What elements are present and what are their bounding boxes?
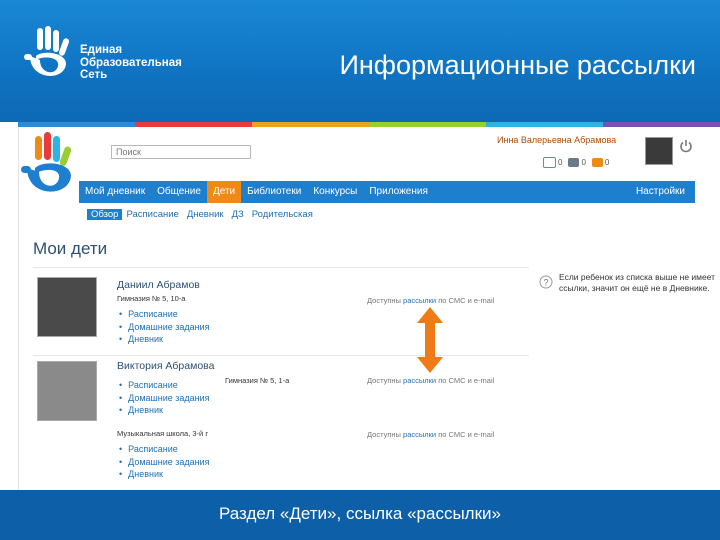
nav-communication[interactable]: Общение bbox=[151, 181, 207, 203]
slide-header: Единая Образовательная Сеть Информационн… bbox=[0, 0, 720, 122]
brand-line-1: Единая bbox=[80, 44, 123, 56]
subnav-diary[interactable]: Дневник bbox=[183, 209, 228, 220]
people-count: 0 bbox=[581, 158, 586, 167]
user-name-link[interactable]: Инна Валерьевна Абрамова bbox=[497, 135, 616, 145]
row-divider bbox=[33, 267, 529, 268]
link-homework[interactable]: Домашние задания bbox=[119, 392, 209, 405]
mail-counter[interactable]: 0 bbox=[543, 157, 562, 168]
link-schedule[interactable]: Расписание bbox=[119, 308, 210, 321]
slide-title: Информационные рассылки bbox=[339, 50, 696, 80]
brand-line-3: Сеть bbox=[80, 69, 108, 81]
mail-count: 0 bbox=[558, 158, 563, 167]
user-avatar[interactable] bbox=[645, 137, 673, 165]
slide-caption: Раздел «Дети», ссылка «рассылки» bbox=[219, 504, 501, 523]
mail-icon bbox=[543, 157, 556, 168]
child-name[interactable]: Виктория Абрамова bbox=[117, 360, 214, 372]
subnav-parental[interactable]: Родительская bbox=[248, 209, 317, 220]
mailing-info: Доступны рассылки по СМС и e-mail bbox=[367, 376, 495, 385]
nav-contests[interactable]: Конкурсы bbox=[307, 181, 363, 203]
subnav-schedule[interactable]: Расписание bbox=[122, 209, 182, 220]
link-schedule[interactable]: Расписание bbox=[119, 443, 210, 456]
child-links: Расписание Домашние задания Дневник bbox=[119, 308, 210, 346]
link-diary[interactable]: Дневник bbox=[119, 333, 210, 346]
child-name[interactable]: Даниил Абрамов bbox=[117, 279, 200, 291]
link-diary[interactable]: Дневник bbox=[119, 404, 210, 417]
orange-counter[interactable]: 0 bbox=[591, 157, 610, 168]
link-diary[interactable]: Дневник bbox=[119, 468, 210, 481]
site-logo-icon bbox=[21, 132, 72, 192]
counters: 0 0 0 bbox=[543, 157, 609, 168]
mailing-info: Доступны рассылки по СМС и e-mail bbox=[367, 296, 495, 305]
mailing-link[interactable]: рассылки bbox=[403, 376, 436, 385]
mailing-info: Доступны рассылки по СМС и e-mail bbox=[367, 430, 495, 439]
nav-my-diary[interactable]: Мой дневник bbox=[79, 181, 151, 203]
page-title: Мои дети bbox=[33, 239, 108, 258]
mailing-link[interactable]: рассылки bbox=[403, 296, 436, 305]
nav-apps[interactable]: Приложения bbox=[363, 181, 434, 203]
brand-line-2: Образовательная bbox=[80, 56, 182, 69]
link-homework[interactable]: Домашние задания bbox=[119, 321, 209, 334]
row-divider bbox=[33, 355, 529, 356]
slide-brand: Единая Образовательная Сеть bbox=[80, 44, 182, 82]
child-photo[interactable] bbox=[37, 361, 97, 421]
link-homework[interactable]: Домашние задания bbox=[119, 456, 209, 469]
link-schedule[interactable]: Расписание bbox=[119, 379, 210, 392]
nav-libraries[interactable]: Библиотеки bbox=[241, 181, 307, 203]
orange-count: 0 bbox=[604, 158, 610, 167]
people-counter[interactable]: 0 bbox=[568, 157, 586, 168]
child-school: Гимназия № 5, 10-а bbox=[117, 294, 186, 303]
child-school: Музыкальная школа, 3-й г bbox=[117, 429, 209, 438]
mailing-link[interactable]: рассылки bbox=[403, 430, 436, 439]
svg-text:?: ? bbox=[543, 278, 548, 288]
child-links: Расписание Домашние задания Дневник bbox=[119, 443, 210, 481]
child-links: Расписание Домашние задания Дневник bbox=[119, 379, 210, 417]
people-icon bbox=[568, 158, 580, 167]
logout-power-icon[interactable] bbox=[679, 139, 693, 153]
orange-box-icon bbox=[591, 158, 603, 167]
nav-children[interactable]: Дети bbox=[206, 181, 242, 203]
hand-logo-icon bbox=[24, 26, 70, 76]
website-screenshot: Инна Валерьевна Абрамова 0 0 0 Мой дневн… bbox=[18, 127, 720, 490]
child-school: Гимназия № 5, 1-а bbox=[225, 376, 290, 385]
double-arrow-icon bbox=[417, 307, 443, 373]
subnav-overview[interactable]: Обзор bbox=[87, 209, 123, 220]
nav-settings[interactable]: Настройки bbox=[630, 181, 695, 203]
subnav-homework[interactable]: ДЗ bbox=[228, 209, 248, 220]
sub-nav: Обзор Расписание Дневник ДЗ Родительская bbox=[87, 209, 317, 220]
search-input[interactable] bbox=[111, 145, 251, 159]
help-icon: ? bbox=[539, 275, 553, 289]
main-nav: Мой дневник Общение Дети Библиотеки Конк… bbox=[79, 181, 695, 203]
help-text: Если ребенок из списка выше не имеет ссы… bbox=[559, 272, 716, 293]
child-photo[interactable] bbox=[37, 277, 97, 337]
